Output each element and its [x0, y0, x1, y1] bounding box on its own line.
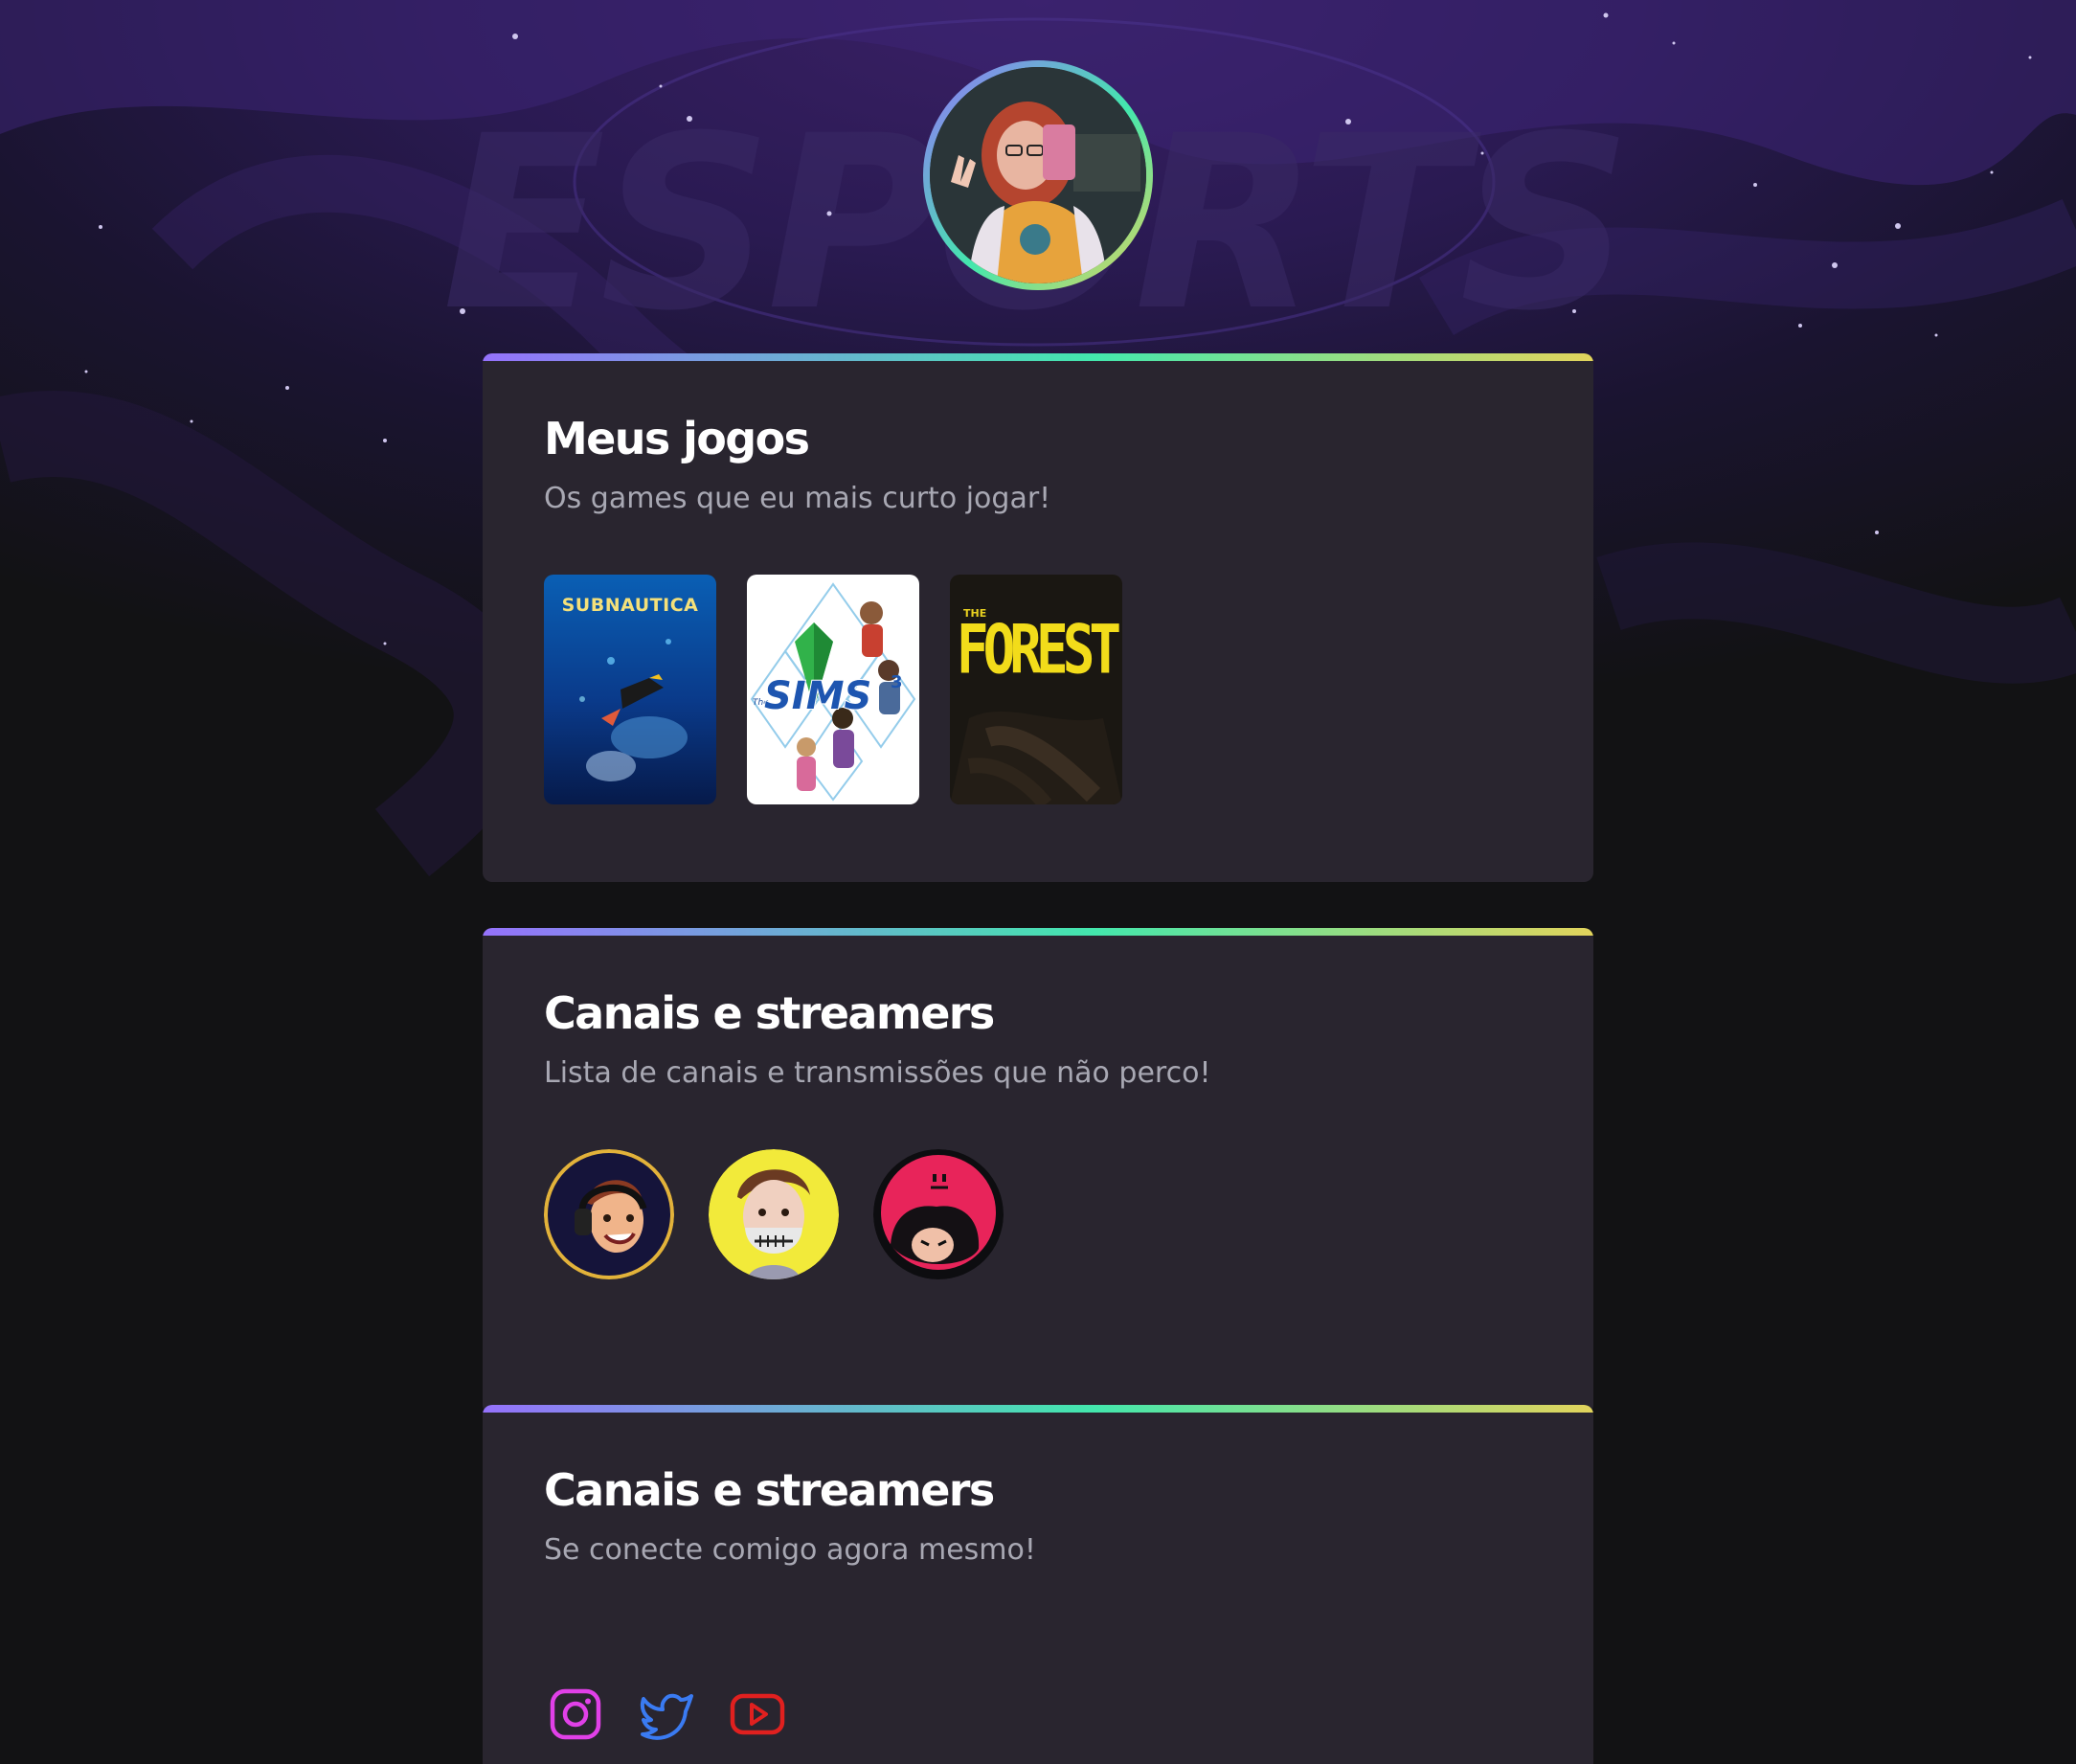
wave-shape	[0, 391, 540, 877]
streamers-subtitle: Lista de canais e transmissões que não p…	[544, 1056, 1211, 1090]
streamers-card: Canais e streamers Lista de canais e tra…	[483, 928, 1593, 1414]
twitter-icon[interactable]	[640, 1686, 695, 1742]
profile-avatar	[923, 60, 1153, 290]
page: ESPORTS	[0, 0, 2076, 1764]
forest-cover-text: FOREST	[957, 610, 1119, 689]
card-gradient-border	[483, 353, 1593, 361]
sims-cover-text: SIMS	[764, 674, 871, 718]
streamers-title: Canais e streamers	[544, 987, 995, 1039]
subnautica-cover-text: SUBNAUTICA	[562, 595, 699, 616]
social-title: Canais e streamers	[544, 1464, 995, 1516]
game-cover-the-forest[interactable]: THE FOREST	[950, 575, 1122, 804]
social-card: Canais e streamers Se conecte comigo ago…	[483, 1405, 1593, 1764]
youtube-icon[interactable]	[730, 1686, 785, 1742]
streamer-avatar-headset-icon[interactable]	[544, 1149, 674, 1279]
wave-shape	[1596, 542, 2076, 684]
instagram-icon[interactable]	[548, 1686, 603, 1742]
game-cover-subnautica[interactable]: SUBNAUTICA	[544, 575, 716, 804]
games-title: Meus jogos	[544, 413, 810, 464]
user-photo-icon	[930, 67, 1146, 283]
game-cover-sims-3[interactable]: The SIMS 3	[747, 575, 919, 804]
social-subtitle: Se conecte comigo agora mesmo!	[544, 1533, 1036, 1567]
wave-shape	[1419, 199, 2076, 336]
games-card: Meus jogos Os games que eu mais curto jo…	[483, 353, 1593, 882]
streamer-avatar-pink-icon[interactable]	[873, 1149, 1004, 1279]
streamer-avatar-skull-mask-icon[interactable]	[709, 1149, 839, 1279]
games-subtitle: Os games que eu mais curto jogar!	[544, 482, 1051, 515]
card-gradient-border	[483, 928, 1593, 936]
card-gradient-border	[483, 1405, 1593, 1413]
sims-cover-badge: 3	[891, 672, 903, 692]
